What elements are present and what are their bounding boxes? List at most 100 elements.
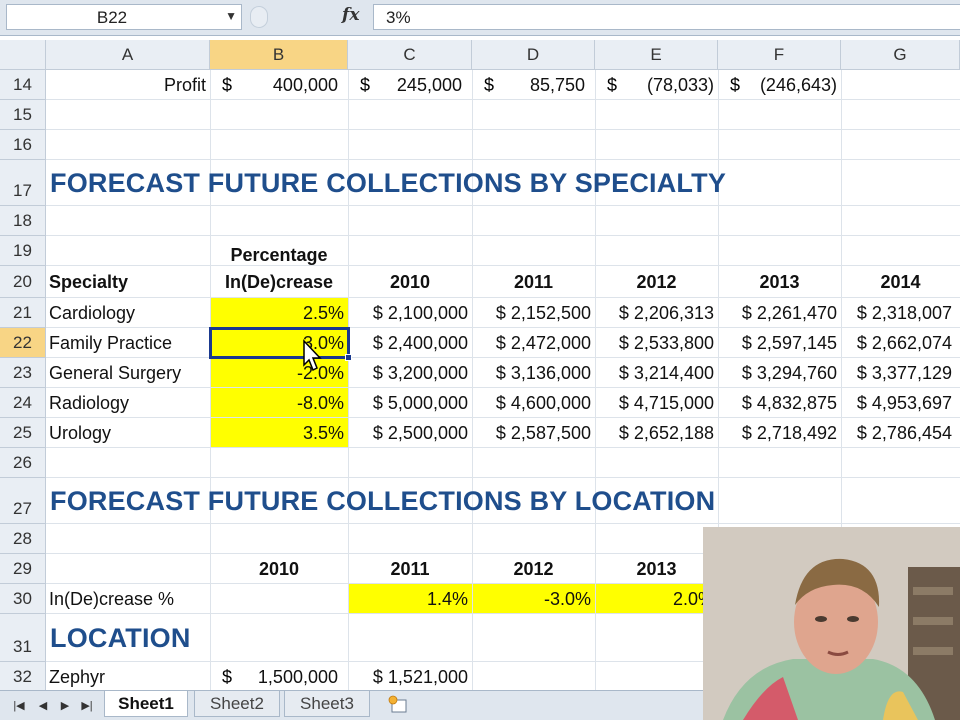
collection-value[interactable]: $ 2,587,500	[472, 418, 595, 448]
previous-sheet-icon[interactable]: ◀	[36, 697, 50, 713]
row-header[interactable]: 30	[0, 584, 46, 614]
select-all-corner[interactable]	[0, 40, 46, 70]
collection-value[interactable]: $ 2,261,470	[718, 298, 841, 328]
collection-value[interactable]: $ 5,000,000	[348, 388, 472, 418]
specialty-name[interactable]: General Surgery	[46, 358, 210, 388]
row-header[interactable]: 15	[0, 100, 46, 130]
column-header-f[interactable]: F	[718, 40, 841, 70]
chevron-down-icon[interactable]: ▼	[225, 9, 237, 23]
name-box[interactable]: B22 ▼	[6, 4, 242, 30]
collection-value[interactable]: $ 3,214,400	[595, 358, 718, 388]
collection-value[interactable]: $ 2,652,188	[595, 418, 718, 448]
row-header[interactable]: 25	[0, 418, 46, 448]
collection-value[interactable]: $ 2,400,000	[348, 328, 472, 358]
collection-value[interactable]: $ 3,200,000	[348, 358, 472, 388]
row-header[interactable]: 22	[0, 328, 46, 358]
tab-sheet3[interactable]: Sheet3	[284, 691, 370, 717]
location-name[interactable]: Zephyr	[46, 662, 210, 690]
location-value[interactable]: 1,500,000	[210, 662, 348, 690]
year-header[interactable]: 2013	[718, 266, 841, 298]
specialty-name[interactable]: Family Practice	[46, 328, 210, 358]
location-section-title[interactable]: FORECAST FUTURE COLLECTIONS BY LOCATION	[46, 478, 846, 524]
location-increase-value[interactable]: -3.0%	[472, 584, 595, 614]
specialty-percentage[interactable]: -8.0%	[210, 388, 348, 418]
formula-input[interactable]: 3%	[373, 4, 960, 30]
column-header-d[interactable]: D	[472, 40, 595, 70]
year-header[interactable]: 2010	[348, 266, 472, 298]
row-header[interactable]: 24	[0, 388, 46, 418]
column-header-g[interactable]: G	[841, 40, 960, 70]
row-header[interactable]: 31	[0, 614, 46, 662]
fill-handle[interactable]	[345, 354, 352, 361]
row-header[interactable]: 32	[0, 662, 46, 690]
profit-value[interactable]: 85,750	[472, 70, 595, 100]
row-header[interactable]: 29	[0, 554, 46, 584]
collection-value[interactable]: $ 2,100,000	[348, 298, 472, 328]
collection-value[interactable]: $ 2,786,454	[841, 418, 960, 448]
profit-value[interactable]: (78,033)	[595, 70, 718, 100]
column-header-e[interactable]: E	[595, 40, 718, 70]
location-increase-value[interactable]: 1.4%	[348, 584, 472, 614]
year-header[interactable]: 2014	[841, 266, 960, 298]
collection-value[interactable]: $ 2,662,074	[841, 328, 960, 358]
location-year-header[interactable]: 2010	[210, 554, 348, 584]
insert-worksheet-icon[interactable]	[386, 695, 410, 715]
collection-value[interactable]: $ 4,953,697	[841, 388, 960, 418]
location-year-header[interactable]: 2013	[595, 554, 718, 584]
collection-value[interactable]: $ 4,600,000	[472, 388, 595, 418]
collection-value[interactable]: $ 3,294,760	[718, 358, 841, 388]
location-year-header[interactable]: 2012	[472, 554, 595, 584]
row-header[interactable]: 18	[0, 206, 46, 236]
formula-bar-splitter[interactable]	[250, 6, 268, 28]
specialty-header[interactable]: Specialty	[46, 266, 210, 298]
collection-value[interactable]: $ 2,152,500	[472, 298, 595, 328]
row-header[interactable]: 26	[0, 448, 46, 478]
collection-value[interactable]: $ 2,597,145	[718, 328, 841, 358]
specialty-name[interactable]: Urology	[46, 418, 210, 448]
location-header[interactable]: LOCATION	[46, 614, 346, 662]
specialty-section-title[interactable]: FORECAST FUTURE COLLECTIONS BY SPECIALTY	[46, 160, 846, 206]
row-header[interactable]: 16	[0, 130, 46, 160]
tab-sheet2[interactable]: Sheet2	[194, 691, 280, 717]
row-header[interactable]: 20	[0, 266, 46, 298]
column-header-b[interactable]: B	[210, 40, 348, 70]
tab-sheet1[interactable]: Sheet1	[104, 691, 188, 717]
row-header[interactable]: 21	[0, 298, 46, 328]
collection-value[interactable]: $ 4,715,000	[595, 388, 718, 418]
location-increase-value[interactable]: 2.0%	[595, 584, 718, 614]
collection-value[interactable]: $ 2,533,800	[595, 328, 718, 358]
next-sheet-icon[interactable]: ▶	[58, 697, 72, 713]
last-sheet-icon[interactable]: ▶|	[80, 697, 94, 713]
profit-value[interactable]: 400,000	[210, 70, 348, 100]
row-header[interactable]: 19	[0, 236, 46, 266]
insert-function-icon[interactable]: fx	[342, 5, 359, 25]
collection-value[interactable]: $ 3,377,129	[841, 358, 960, 388]
first-sheet-icon[interactable]: |◀	[12, 697, 26, 713]
active-cell-selection[interactable]	[209, 327, 352, 361]
location-year-header[interactable]: 2011	[348, 554, 472, 584]
row-header[interactable]: 17	[0, 160, 46, 206]
specialty-percentage[interactable]: -2.0%	[210, 358, 348, 388]
specialty-percentage[interactable]: 2.5%	[210, 298, 348, 328]
column-header-c[interactable]: C	[348, 40, 472, 70]
row-header[interactable]: 23	[0, 358, 46, 388]
specialty-name[interactable]: Radiology	[46, 388, 210, 418]
profit-value[interactable]: (246,643)	[718, 70, 841, 100]
specialty-name[interactable]: Cardiology	[46, 298, 210, 328]
percentage-header-line1[interactable]: Percentage	[210, 236, 348, 266]
year-header[interactable]: 2012	[595, 266, 718, 298]
collection-value[interactable]: $ 2,500,000	[348, 418, 472, 448]
collection-value[interactable]: $ 3,136,000	[472, 358, 595, 388]
specialty-percentage[interactable]: 3.5%	[210, 418, 348, 448]
row-header[interactable]: 28	[0, 524, 46, 554]
collection-value[interactable]: $ 2,318,007	[841, 298, 960, 328]
location-value[interactable]: $ 1,521,000	[348, 662, 472, 690]
profit-value[interactable]: 245,000	[348, 70, 472, 100]
row-header[interactable]: 14	[0, 70, 46, 100]
percentage-header-line2[interactable]: In(De)crease	[210, 266, 348, 298]
row-header[interactable]: 27	[0, 478, 46, 524]
collection-value[interactable]: $ 2,472,000	[472, 328, 595, 358]
collection-value[interactable]: $ 2,206,313	[595, 298, 718, 328]
collection-value[interactable]: $ 4,832,875	[718, 388, 841, 418]
year-header[interactable]: 2011	[472, 266, 595, 298]
